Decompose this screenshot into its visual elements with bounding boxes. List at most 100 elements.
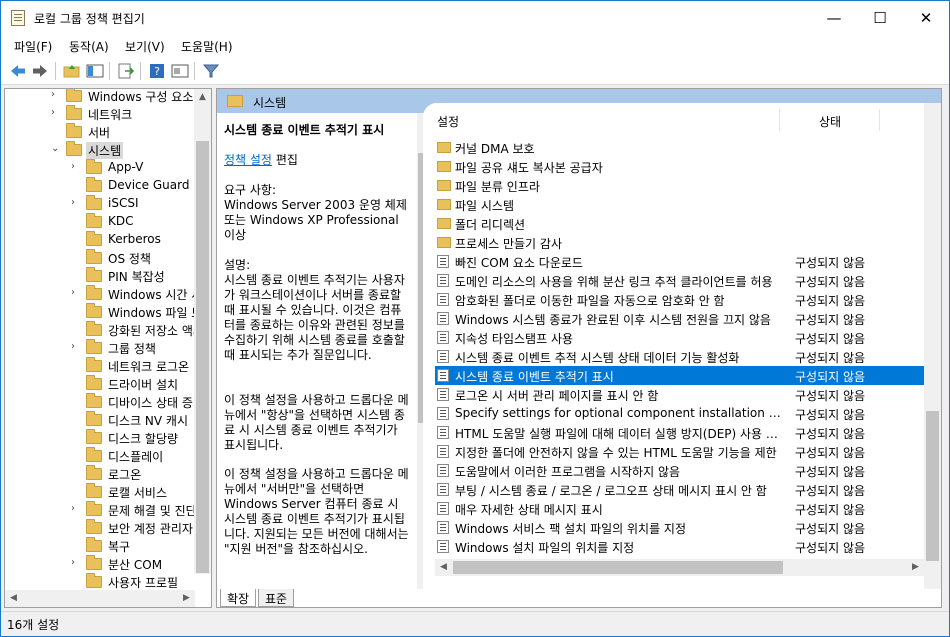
scroll-right-arrow-icon[interactable]: ▶ xyxy=(178,590,195,607)
show-hide-tree-icon[interactable] xyxy=(86,63,104,79)
tree-item[interactable]: 네트워크 로그온 xyxy=(5,357,195,375)
list-item[interactable]: 암호화된 폴더로 이동한 파일을 자동으로 암호화 안 함 구성되지 않음 xyxy=(435,290,927,309)
tree-item[interactable]: › 문제 해결 및 진단 xyxy=(5,501,195,519)
tree-item[interactable]: 드라이버 설치 xyxy=(5,375,195,393)
list-item[interactable]: HTML 도움말 실행 파일에 대해 데이터 실행 방지(DEP) 사용 안 함… xyxy=(435,423,927,442)
list-item[interactable]: 지정한 폴더에 안전하지 않을 수 있는 HTML 도움말 기능을 제한 구성되지… xyxy=(435,442,927,461)
tree-item[interactable]: 서버 xyxy=(5,123,195,141)
chevron-right-icon[interactable]: › xyxy=(71,503,81,514)
list-item[interactable]: 도움말에서 이러한 프로그램을 시작하지 않음 구성되지 않음 xyxy=(435,461,927,480)
scroll-up-arrow-icon[interactable]: ▲ xyxy=(194,89,211,106)
minimize-button[interactable]: — xyxy=(811,1,857,35)
tab-extended[interactable]: 확장 xyxy=(220,589,257,607)
tree-item[interactable]: Kerberos xyxy=(5,231,195,249)
list-item[interactable]: 로그온 시 서버 관리 페이지를 표시 안 함 구성되지 않음 xyxy=(435,385,927,404)
list-item-name: 시스템 종료 이벤트 추적기 표시 xyxy=(455,370,614,384)
tab-standard[interactable]: 표준 xyxy=(258,589,295,607)
tree-item[interactable]: › iSCSI xyxy=(5,195,195,213)
close-button[interactable]: ✕ xyxy=(903,1,949,35)
up-folder-icon[interactable] xyxy=(63,63,81,79)
tree-item[interactable]: › Windows 시간 서비스 xyxy=(5,285,195,303)
column-setting-header[interactable]: 설정 xyxy=(437,113,459,130)
list-item[interactable]: 빠진 COM 요소 다운로드 구성되지 않음 xyxy=(435,252,927,271)
list-vertical-scrollbar[interactable] xyxy=(924,103,941,589)
chevron-right-icon[interactable]: › xyxy=(71,341,81,352)
tree-item[interactable]: 로그온 xyxy=(5,465,195,483)
list-scroll-right-arrow-icon[interactable]: ▶ xyxy=(907,559,924,576)
chevron-right-icon[interactable]: › xyxy=(71,287,81,298)
menu-view[interactable]: 보기(V) xyxy=(125,38,165,55)
menu-file[interactable]: 파일(F) xyxy=(14,38,52,55)
scroll-left-arrow-icon[interactable]: ◀ xyxy=(5,590,22,607)
list-item[interactable]: 지속성 타임스탬프 사용 구성되지 않음 xyxy=(435,328,927,347)
tree-item[interactable]: Windows 파일 보호 xyxy=(5,303,195,321)
tree-item[interactable]: 강화된 저장소 액세스 xyxy=(5,321,195,339)
tree-item[interactable]: 로캘 서비스 xyxy=(5,483,195,501)
tree-item[interactable]: Device Guard xyxy=(5,177,195,195)
tree-item[interactable]: › 네트워크 xyxy=(5,105,195,123)
export-list-icon[interactable] xyxy=(117,63,135,79)
list-item[interactable]: 폴더 리디렉션 xyxy=(435,214,927,233)
chevron-down-icon[interactable]: ⌄ xyxy=(51,143,61,154)
chevron-right-icon[interactable]: › xyxy=(71,197,81,208)
policy-setting-icon xyxy=(437,312,449,325)
list-item[interactable]: 파일 시스템 xyxy=(435,195,927,214)
list-item-name: Windows 설치 파일의 위치를 지정 xyxy=(455,541,635,555)
list-item[interactable]: 시스템 종료 이벤트 추적 시스템 상태 데이터 기능 활성화 구성되지 않음 xyxy=(435,347,927,366)
tree-scroll-thumb[interactable] xyxy=(196,141,209,573)
policy-settings-link[interactable]: 정책 설정 xyxy=(224,153,272,167)
list-item[interactable]: 파일 공유 섀도 복사본 공급자 xyxy=(435,157,927,176)
tree-item-label: 로캘 서비스 xyxy=(108,486,168,500)
policy-setting-icon xyxy=(437,540,449,553)
list-item[interactable]: 프로세스 만들기 감사 xyxy=(435,233,927,252)
tree-item[interactable]: › 그룹 정책 xyxy=(5,339,195,357)
list-item[interactable]: Specify settings for optional component … xyxy=(435,404,927,423)
menu-action[interactable]: 동작(A) xyxy=(69,38,109,55)
list-scroll-thumb[interactable] xyxy=(926,411,939,561)
chevron-right-icon[interactable]: › xyxy=(71,161,81,172)
forward-arrow-icon[interactable] xyxy=(31,63,49,79)
folder-icon xyxy=(66,105,82,120)
list-header: 설정 상태 xyxy=(423,103,941,131)
list-item[interactable]: 도메인 리소스의 사용을 위해 분산 링크 추적 클라이언트를 허용 구성되지 않… xyxy=(435,271,927,290)
tree-vertical-scrollbar[interactable]: ▲ xyxy=(194,89,211,574)
tree-item[interactable]: 디바이스 상태 증명 xyxy=(5,393,195,411)
tree-horizontal-scrollbar[interactable]: ◀ ▶ xyxy=(5,590,195,607)
tree-item[interactable]: 디스플레이 xyxy=(5,447,195,465)
menu-help[interactable]: 도움말(H) xyxy=(181,38,233,55)
tree-item[interactable]: 보안 계정 관리자 xyxy=(5,519,195,537)
folder-icon xyxy=(86,195,102,210)
list-item[interactable]: Windows 설치 파일의 위치를 지정 구성되지 않음 xyxy=(435,537,927,556)
tree-item[interactable]: 디스크 NV 캐시 xyxy=(5,411,195,429)
tree-item[interactable]: › 분산 COM xyxy=(5,555,195,573)
list-item[interactable]: 파일 분류 인프라 xyxy=(435,176,927,195)
tree-item[interactable]: 사용자 프로필 xyxy=(5,573,195,591)
properties-icon[interactable] xyxy=(171,63,189,79)
tree-item[interactable]: OS 정책 xyxy=(5,249,195,267)
list-item[interactable]: 시스템 종료 이벤트 추적기 표시 구성되지 않음 xyxy=(435,366,927,385)
help-icon[interactable]: ? xyxy=(148,63,166,79)
filter-icon[interactable] xyxy=(202,63,220,79)
maximize-button[interactable]: ☐ xyxy=(857,1,903,35)
chevron-right-icon[interactable]: › xyxy=(51,107,61,118)
list-item[interactable]: Windows 서비스 팩 설치 파일의 위치를 지정 구성되지 않음 xyxy=(435,518,927,537)
tree-item[interactable]: ⌄ 시스템 xyxy=(5,141,195,159)
list-item[interactable]: 부팅 / 시스템 종료 / 로그온 / 로그오프 상태 메시지 표시 안 함 구성… xyxy=(435,480,927,499)
list-item[interactable]: 커널 DMA 보호 xyxy=(435,138,927,157)
edit-label: 편집 xyxy=(275,153,298,167)
list-item[interactable]: 매우 자세한 상태 메시지 표시 구성되지 않음 xyxy=(435,499,927,518)
tree-item[interactable]: PIN 복잡성 xyxy=(5,267,195,285)
tree-item[interactable]: 디스크 할당량 xyxy=(5,429,195,447)
tree-item[interactable]: 복구 xyxy=(5,537,195,555)
list-item[interactable]: Windows 시스템 종료가 완료된 이후 시스템 전원을 끄지 않음 구성되지… xyxy=(435,309,927,328)
back-arrow-icon[interactable] xyxy=(9,63,27,79)
list-hscroll-thumb[interactable] xyxy=(453,561,783,574)
list-horizontal-scrollbar[interactable]: ◀ ▶ xyxy=(435,559,924,576)
column-state-header[interactable]: 상태 xyxy=(819,113,841,130)
chevron-right-icon[interactable]: › xyxy=(51,89,61,100)
tree-item[interactable]: KDC xyxy=(5,213,195,231)
tree-item[interactable]: › App-V xyxy=(5,159,195,177)
tree-item[interactable]: › Windows 구성 요소 xyxy=(5,89,195,105)
chevron-right-icon[interactable]: › xyxy=(71,557,81,568)
list-scroll-left-arrow-icon[interactable]: ◀ xyxy=(435,559,452,576)
